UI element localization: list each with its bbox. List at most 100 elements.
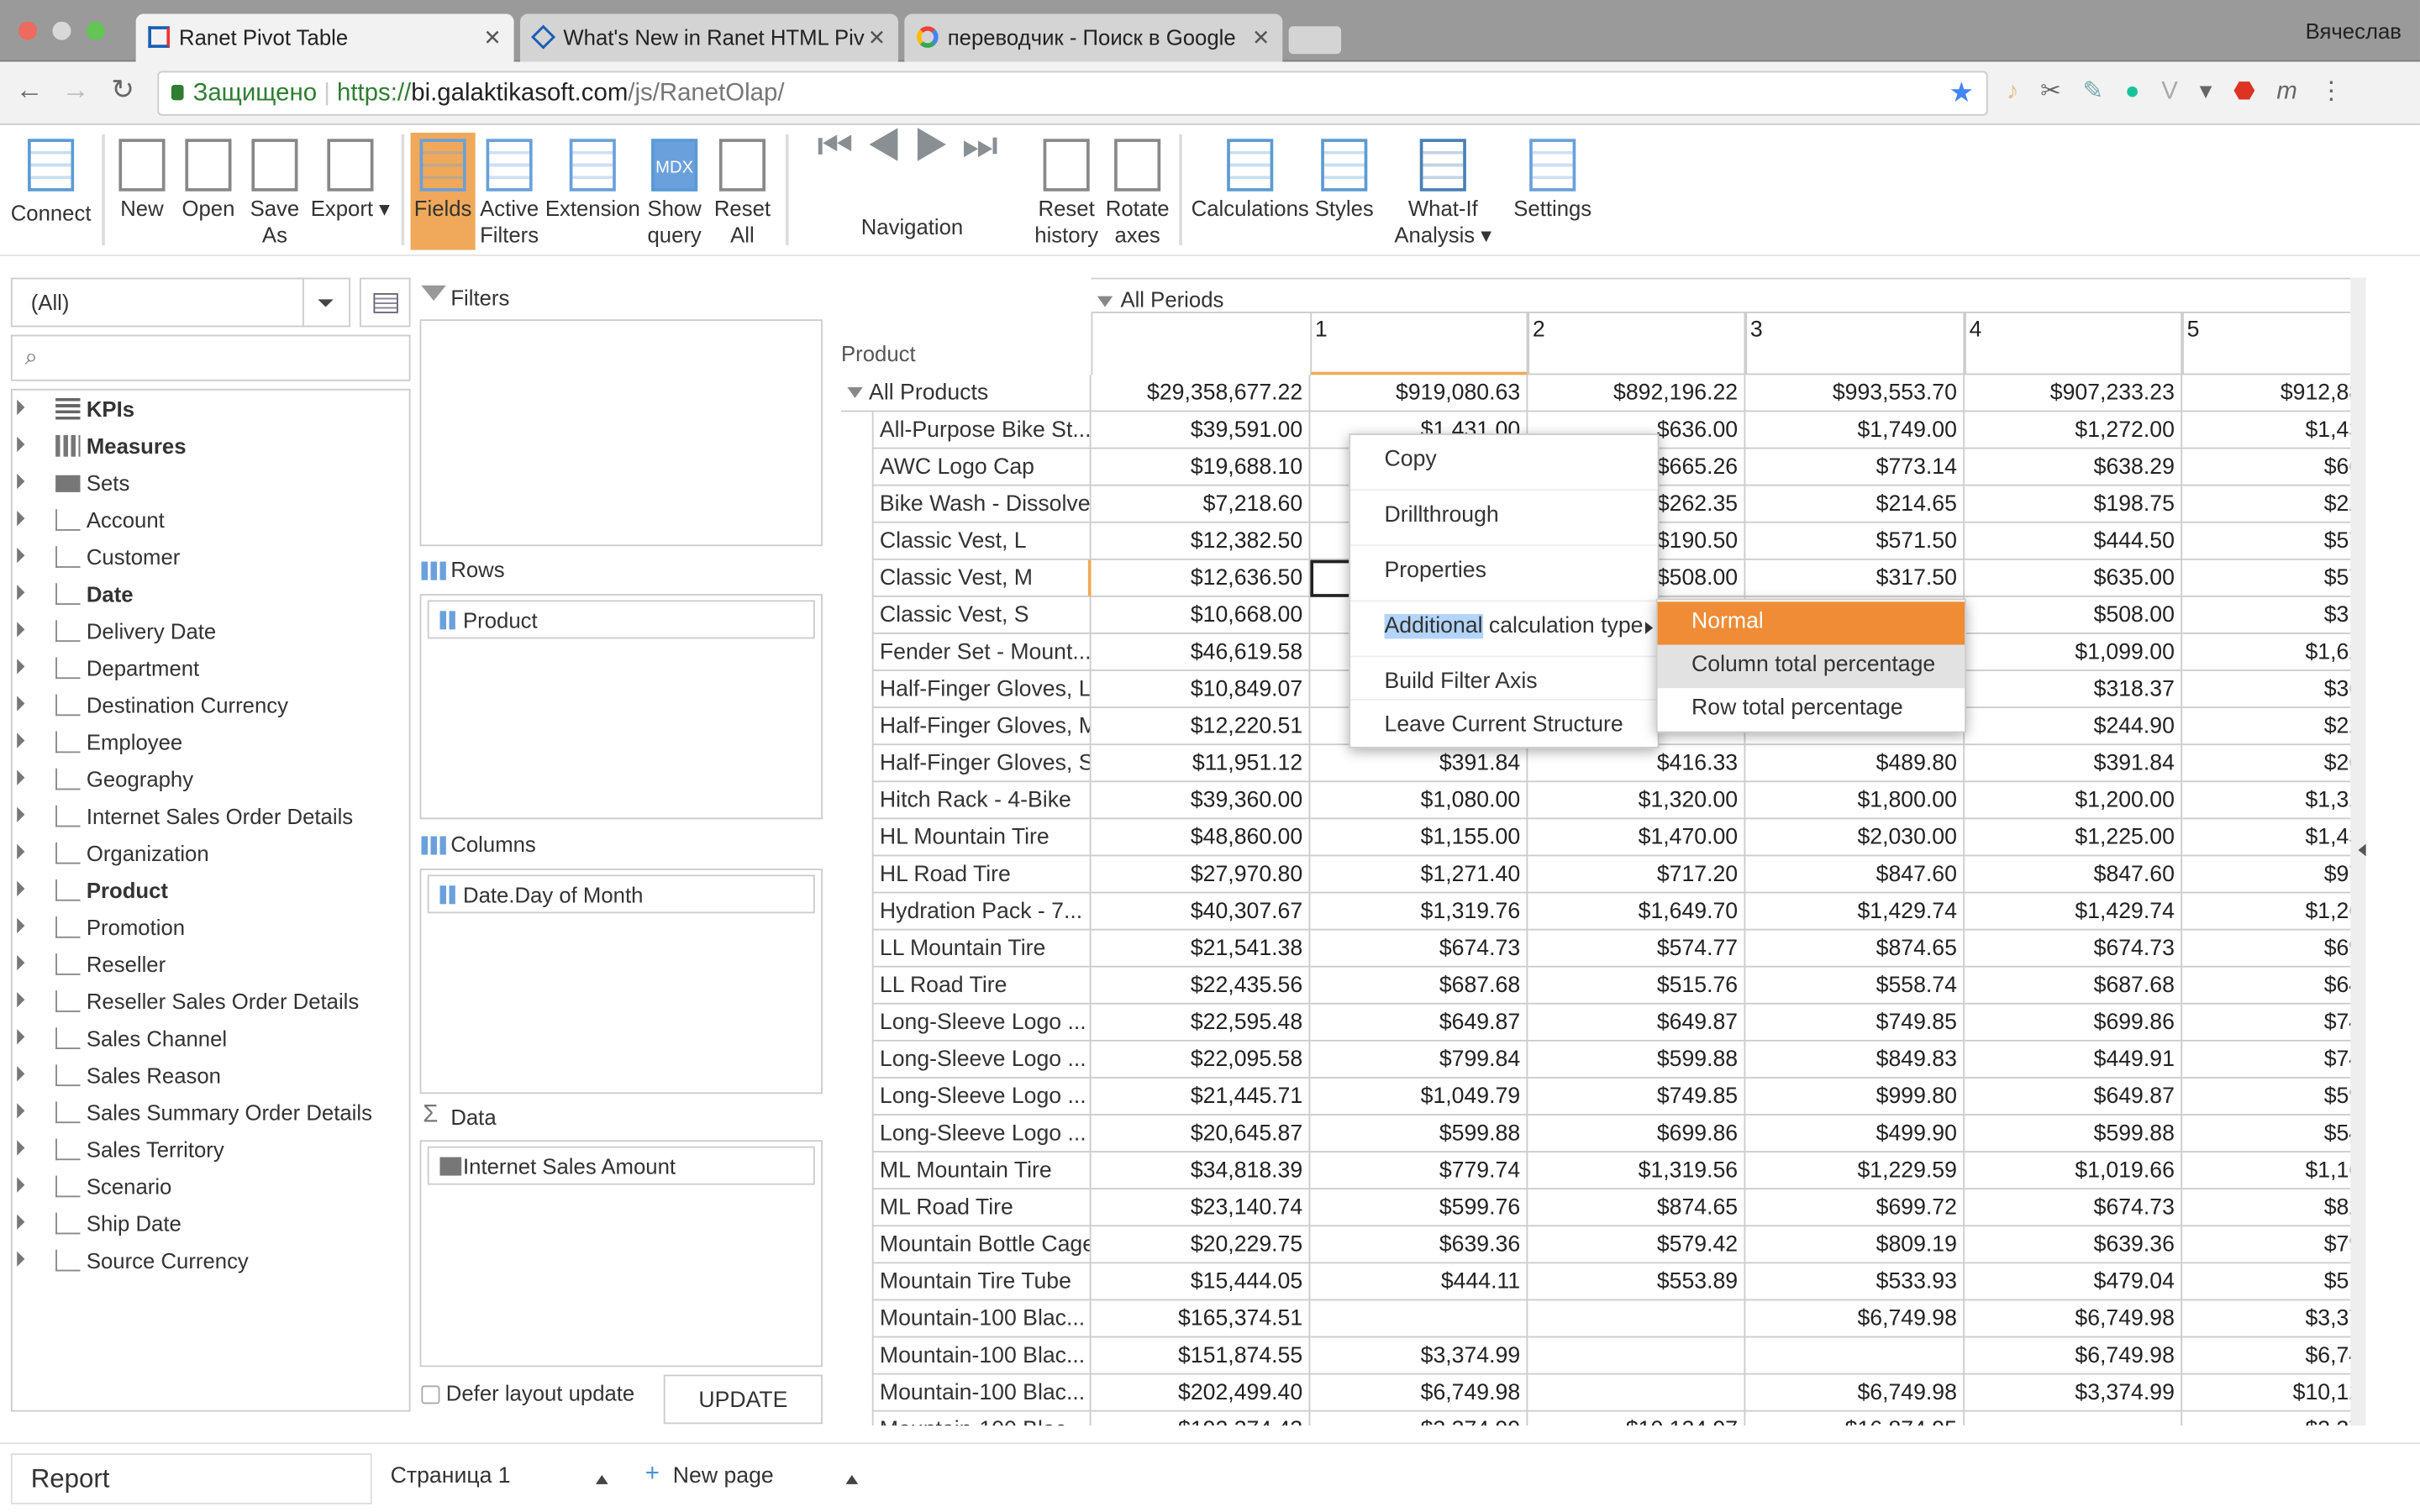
data-cell[interactable]: $1,225.00	[1965, 819, 2183, 857]
data-cell[interactable]: $16,874.95	[1745, 1411, 1965, 1426]
data-cell[interactable]: $1,271.40	[1310, 856, 1528, 894]
data-cell[interactable]: $39,591.00	[1091, 412, 1311, 449]
adblock-icon[interactable]: ⬣	[2233, 79, 2276, 105]
data-cell[interactable]: $244.90	[1965, 708, 2183, 746]
data-cell[interactable]: $1,200.00	[1965, 782, 2183, 820]
expand-arrow-icon[interactable]	[17, 659, 25, 675]
data-cell[interactable]: $39,360.00	[1091, 782, 1311, 820]
submenu-item-normal[interactable]: Normal	[1657, 601, 1965, 645]
context-menu-item-additional-calculation-type[interactable]: Additional calculation type	[1350, 601, 1658, 658]
data-cell[interactable]	[1310, 1300, 1528, 1338]
collapse-panel-icon[interactable]	[2358, 843, 2366, 857]
data-cell[interactable]: $599.88	[1310, 1115, 1528, 1153]
expand-arrow-icon[interactable]	[17, 954, 25, 971]
bookmark-star-icon[interactable]: ★	[1949, 77, 1974, 110]
data-cell[interactable]: $6,74	[2182, 1337, 2351, 1375]
data-cell[interactable]: $699.72	[1745, 1189, 1965, 1227]
expand-arrow-icon[interactable]	[17, 917, 25, 934]
vertical-scrollbar[interactable]	[2350, 277, 2366, 1426]
expand-arrow-icon[interactable]	[17, 880, 25, 897]
data-cell[interactable]: $717.20	[1528, 856, 1746, 894]
data-cell[interactable]: $20,645.87	[1091, 1115, 1311, 1153]
data-cell[interactable]: $533.93	[1745, 1263, 1965, 1301]
data-cell[interactable]: $66	[2182, 449, 2351, 486]
data-cell[interactable]: $48,860.00	[1091, 819, 1311, 857]
row-header-cell[interactable]: AWC Logo Cap	[871, 449, 1092, 486]
row-header-cell[interactable]: Classic Vest, L	[871, 522, 1092, 560]
pocket-icon[interactable]: ▾	[2200, 79, 2233, 105]
data-cell[interactable]: $6,749.98	[1965, 1300, 2183, 1338]
row-header-cell[interactable]: LL Mountain Tire	[871, 930, 1092, 968]
data-cell[interactable]: $639.36	[1310, 1226, 1528, 1264]
row-header-cell[interactable]: Mountain Bottle Cage	[871, 1226, 1092, 1264]
context-menu-item-properties[interactable]: Properties	[1350, 546, 1658, 602]
columns-field-chip[interactable]: Date.Day of Month	[427, 874, 815, 914]
scissors-icon[interactable]: ✂	[2040, 79, 2082, 105]
data-cell[interactable]: $54	[2182, 1116, 2351, 1153]
data-cell[interactable]: $773.14	[1745, 449, 1965, 486]
toolbar-what-if-analysis-button[interactable]: What-If Analysis ▾	[1389, 133, 1497, 250]
data-cell[interactable]: $479.04	[1965, 1263, 2183, 1301]
data-cell[interactable]: $151,874.55	[1091, 1337, 1311, 1375]
data-cell[interactable]: $51	[2182, 1263, 2351, 1301]
data-cell[interactable]: $638.29	[1965, 449, 2183, 486]
data-cell[interactable]: $1,320.00	[1528, 782, 1746, 820]
row-header-cell[interactable]: Long-Sleeve Logo ...	[871, 1041, 1092, 1079]
data-cell[interactable]: $779.74	[1310, 1152, 1528, 1190]
row-header-cell[interactable]: Classic Vest, M	[871, 559, 1092, 597]
data-cell[interactable]: $22,435.56	[1091, 967, 1311, 1005]
data-cell[interactable]: $1,749.00	[1745, 412, 1965, 449]
row-header-cell[interactable]: Half-Finger Gloves, S	[871, 745, 1092, 783]
toolbar-calculations-button[interactable]: Calculations	[1188, 133, 1312, 250]
data-cell[interactable]: $27,970.80	[1091, 856, 1311, 894]
data-cell[interactable]: $1,43	[2182, 412, 2351, 449]
column-member-header[interactable]: All Periods	[1097, 287, 1223, 312]
expand-arrow-icon[interactable]	[17, 622, 25, 638]
data-cell[interactable]: $515.76	[1528, 967, 1746, 1005]
data-cell[interactable]: $674.73	[1965, 930, 2183, 968]
data-cell[interactable]	[1745, 1337, 1965, 1375]
row-header-cell[interactable]: All-Purpose Bike St...	[871, 412, 1092, 449]
data-cell[interactable]: $6,749.98	[1745, 1374, 1965, 1412]
data-cell[interactable]: $26	[2182, 745, 2351, 783]
data-cell[interactable]: $1,26	[2182, 893, 2351, 931]
toolbar-show-query-button[interactable]: MDX Show query	[642, 133, 707, 250]
data-cell[interactable]: $892,196.22	[1528, 375, 1746, 412]
data-cell[interactable]: $3,374.99	[1965, 1374, 2183, 1412]
data-cell[interactable]: $57	[2182, 560, 2351, 597]
next-icon[interactable]: ▶	[913, 122, 961, 168]
row-header-cell[interactable]: Mountain Tire Tube	[871, 1263, 1092, 1301]
toolbar-settings-button[interactable]: Settings	[1507, 133, 1599, 250]
data-cell[interactable]: $1,319.56	[1528, 1152, 1746, 1190]
data-cell[interactable]: $449.91	[1965, 1041, 2183, 1079]
data-cell[interactable]: $749.85	[1745, 1004, 1965, 1042]
expand-arrow-icon[interactable]	[17, 1251, 25, 1267]
data-cell[interactable]: $22,095.58	[1091, 1041, 1311, 1079]
close-window-button[interactable]	[18, 21, 38, 40]
data-cell[interactable]: $22	[2182, 708, 2351, 746]
collapse-icon[interactable]	[847, 387, 863, 398]
data-cell[interactable]: $10,12	[2182, 1374, 2351, 1412]
data-cell[interactable]: $59	[2182, 1079, 2351, 1116]
data-cell[interactable]: $317.50	[1745, 559, 1965, 597]
data-cell[interactable]: $571.50	[1745, 522, 1965, 560]
eyedropper-icon[interactable]: ✎	[2082, 79, 2124, 105]
toolbar-rotate-axes-button[interactable]: Rotate axes	[1102, 133, 1172, 250]
data-cell[interactable]: $1,800.00	[1745, 782, 1965, 820]
toolbar-connect-button[interactable]: Connect	[6, 133, 96, 250]
data-cell[interactable]: $15,444.05	[1091, 1263, 1311, 1301]
filters-drop-area[interactable]	[419, 319, 823, 547]
data-cell[interactable]: $599.76	[1310, 1189, 1528, 1227]
data-cell[interactable]: $635.00	[1965, 559, 2183, 597]
row-header-cell[interactable]: Long-Sleeve Logo ...	[871, 1004, 1092, 1042]
column-header-cell[interactable]: 4	[1965, 312, 2183, 375]
field-search-input[interactable]: ⌕	[10, 334, 411, 381]
data-cell[interactable]: $599.88	[1965, 1115, 2183, 1153]
profile-name[interactable]: Вячеслав	[2306, 18, 2402, 43]
collapse-icon[interactable]	[1097, 296, 1113, 307]
data-cell[interactable]: $6,749.98	[1965, 1337, 2183, 1375]
data-drop-area[interactable]: Internet Sales Amount	[419, 1140, 823, 1368]
toolbar-new-button[interactable]: New	[111, 133, 172, 250]
expand-arrow-icon[interactable]	[17, 696, 25, 711]
data-cell[interactable]: $649.87	[1528, 1004, 1746, 1042]
